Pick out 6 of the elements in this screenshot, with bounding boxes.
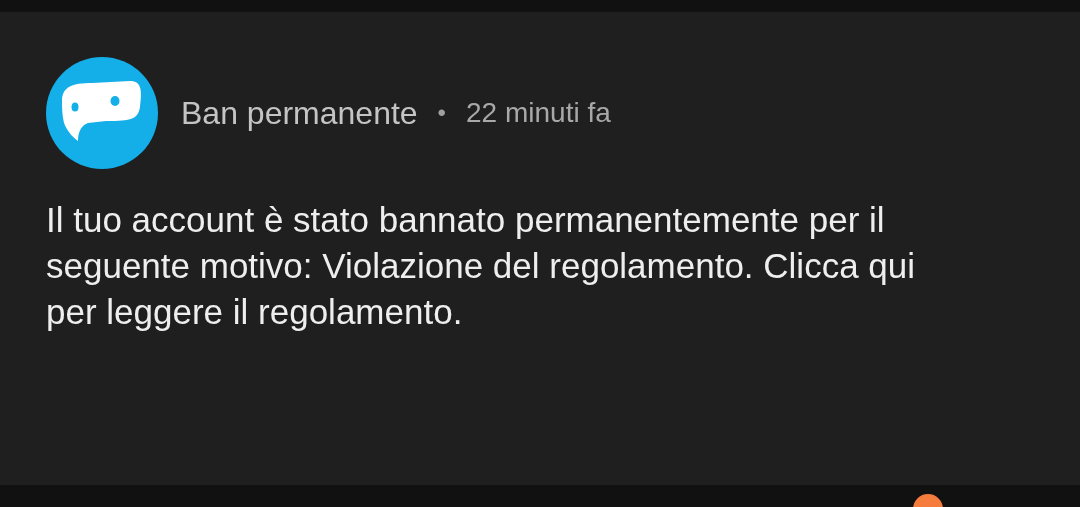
notification-message: Il tuo account è stato bannato permanentemente per il seguente motivo: Violazione del regolamento. Clicca qui per leggere il regolamento. [46,199,917,333]
notification-card[interactable]: Ban permanente • 22 minuti fa Il tuo account è stato bannato permanentemente per il seguente motivo: Violazione del regolamento. Clicca qui per leggere il regolamento. [0,12,1080,485]
separator-dot: • [437,98,446,128]
timestamp: 22 minuti fa [466,96,611,130]
chat-bubble-avatar-icon [46,57,158,169]
notification-title: Ban permanente [181,94,418,133]
